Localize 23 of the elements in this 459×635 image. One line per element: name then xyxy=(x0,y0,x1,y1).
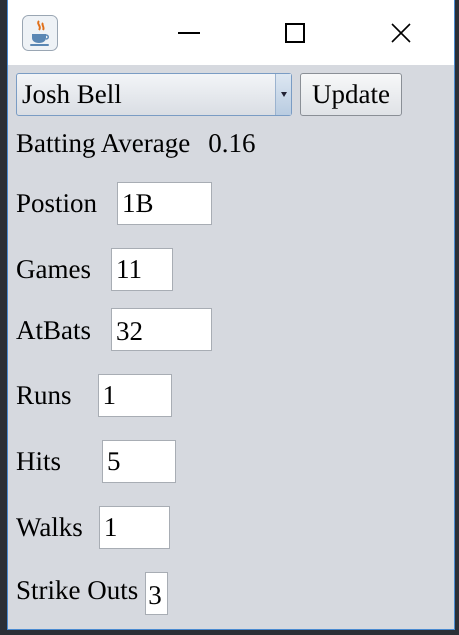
update-button[interactable]: Update xyxy=(300,73,402,116)
minimize-icon[interactable] xyxy=(178,32,200,34)
player-dropdown[interactable]: Josh Bell xyxy=(16,73,292,116)
stat-field[interactable]: 11 xyxy=(110,248,173,291)
batting-average-label: Batting Average xyxy=(16,126,190,160)
stat-field[interactable]: 5 xyxy=(102,440,176,483)
stat-field[interactable]: 1 xyxy=(98,506,170,549)
field-label: AtBats xyxy=(16,314,92,347)
caret-icon xyxy=(280,92,286,97)
field-label: Games xyxy=(16,253,91,286)
field-label: Runs xyxy=(16,379,72,412)
maximize-icon[interactable] xyxy=(285,22,305,42)
coffee-cup-icon xyxy=(22,14,58,50)
close-icon[interactable] xyxy=(391,22,411,42)
stat-field[interactable]: 1B xyxy=(117,182,212,225)
field-label: Strike Outs xyxy=(16,574,138,607)
stat-field[interactable]: 3 xyxy=(145,572,168,615)
batting-average-value: 0.16 xyxy=(208,126,256,160)
stat-field[interactable]: 32 xyxy=(111,308,212,351)
field-label: Walks xyxy=(16,511,83,544)
field-label: Hits xyxy=(16,445,62,478)
stat-field[interactable]: 1 xyxy=(98,374,172,417)
field-label: Postion xyxy=(16,187,98,220)
